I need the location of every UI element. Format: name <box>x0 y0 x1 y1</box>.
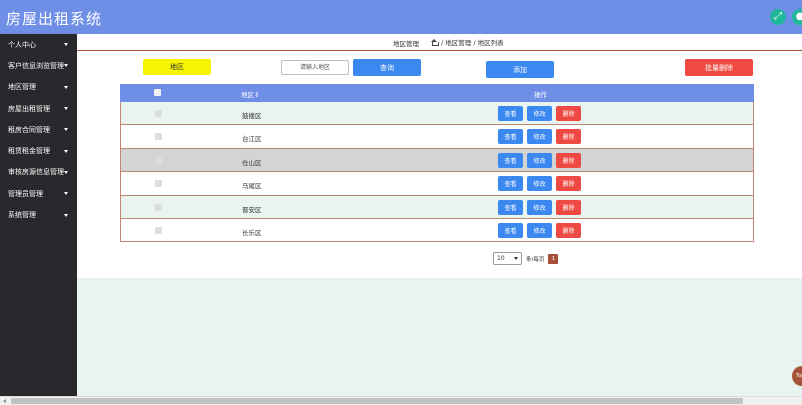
add-button[interactable]: 添加 <box>486 61 554 78</box>
view-button[interactable]: 查看 <box>498 106 523 121</box>
row-actions: 查看 修改 删除 <box>498 152 581 168</box>
delete-button[interactable]: 删除 <box>556 222 581 238</box>
region-name: 长乐区 <box>242 228 262 237</box>
sidebar-item-audit[interactable]: 审核房源信息管理 <box>0 162 77 183</box>
sidebar: 个人中心 客户信息浏览管理 地区管理 房屋出租管理 租房合同管理 租赁租金管理 … <box>0 34 77 396</box>
query-button[interactable]: 查询 <box>353 59 421 76</box>
home-icon[interactable] <box>431 38 439 46</box>
edit-button[interactable]: 修改 <box>527 199 552 215</box>
sidebar-item-personal-center[interactable]: 个人中心 <box>0 34 77 55</box>
row-actions: 查看 修改 删除 <box>498 199 581 215</box>
row-checkbox[interactable] <box>155 203 162 211</box>
select-all-checkbox[interactable] <box>154 89 161 96</box>
chevron-down-icon <box>64 149 68 153</box>
row-checkbox[interactable] <box>155 226 162 234</box>
view-button[interactable]: 查看 <box>498 152 523 168</box>
sidebar-item-rent[interactable]: 租赁租金管理 <box>0 140 77 161</box>
chevron-down-icon <box>64 107 68 111</box>
horizontal-scrollbar[interactable] <box>0 396 802 405</box>
chevron-down-icon <box>64 85 68 89</box>
view-button[interactable]: 查看 <box>498 176 523 192</box>
chevron-down-icon <box>64 128 68 132</box>
page-number-button[interactable]: 1 <box>548 253 559 264</box>
search-input[interactable] <box>281 60 349 75</box>
row-checkbox[interactable] <box>155 133 162 141</box>
view-button[interactable]: 查看 <box>498 222 523 238</box>
table-header: 地区⇕ 操作 <box>120 84 754 102</box>
delete-button[interactable]: 删除 <box>556 152 581 168</box>
edit-button[interactable]: 修改 <box>527 152 552 168</box>
row-actions: 查看 修改 删除 <box>498 106 581 121</box>
expand-icon[interactable]: ⤢ <box>770 9 786 25</box>
edit-button[interactable]: 修改 <box>527 176 552 192</box>
sort-icon: ⇕ <box>254 91 260 99</box>
region-label-button[interactable]: 地区 <box>143 59 211 75</box>
chevron-down-icon <box>64 43 68 47</box>
chevron-down-icon <box>64 64 68 68</box>
view-button[interactable]: 查看 <box>498 129 523 145</box>
back-to-top-button[interactable]: Top <box>792 366 802 386</box>
breadcrumb-path-text[interactable]: / 地区管理 / 地区列表 <box>441 37 504 47</box>
sidebar-item-customer-info[interactable]: 客户信息浏览管理 <box>0 55 77 76</box>
breadcrumb: 地区管理 / 地区管理 / 地区列表 <box>77 34 802 51</box>
sidebar-item-contract[interactable]: 租房合同管理 <box>0 119 77 140</box>
main-content: 地区管理 / 地区管理 / 地区列表 地区 查询 添加 批量删除 地区⇕ 操作 … <box>77 34 802 278</box>
sidebar-item-house-rental[interactable]: 房屋出租管理 <box>0 98 77 119</box>
table-row: 晋安区 查看 修改 删除 <box>120 195 754 219</box>
table-row: 仓山区 查看 修改 删除 <box>120 148 754 173</box>
table-row: 鼓楼区 查看 修改 删除 <box>120 102 754 126</box>
scrollbar-thumb[interactable] <box>11 398 743 404</box>
row-actions: 查看 修改 删除 <box>498 129 581 145</box>
sidebar-item-region[interactable]: 地区管理 <box>0 77 77 98</box>
app-title: 房屋出租系统 <box>6 10 103 28</box>
edit-button[interactable]: 修改 <box>527 129 552 145</box>
chevron-down-icon <box>64 170 68 174</box>
view-button[interactable]: 查看 <box>498 199 523 215</box>
edit-button[interactable]: 修改 <box>527 222 552 238</box>
table-row: 台江区 查看 修改 删除 <box>120 125 754 149</box>
region-name: 马尾区 <box>242 182 262 191</box>
delete-button[interactable]: 删除 <box>556 106 581 121</box>
region-name: 台江区 <box>242 135 262 144</box>
user-icon[interactable]: ● <box>792 9 802 25</box>
breadcrumb-path: / 地区管理 / 地区列表 <box>431 37 504 47</box>
top-bar: 房屋出租系统 ⤢ ● <box>0 0 802 34</box>
edit-button[interactable]: 修改 <box>527 106 552 121</box>
sidebar-item-system[interactable]: 系统管理 <box>0 204 77 225</box>
table-row: 长乐区 查看 修改 删除 <box>120 218 754 243</box>
row-checkbox[interactable] <box>155 180 162 188</box>
row-checkbox[interactable] <box>155 156 162 164</box>
row-checkbox[interactable] <box>155 110 162 117</box>
delete-button[interactable]: 删除 <box>556 199 581 215</box>
batch-delete-button[interactable]: 批量删除 <box>685 59 753 76</box>
row-actions: 查看 修改 删除 <box>498 176 581 192</box>
region-name: 鼓楼区 <box>242 112 262 120</box>
region-name: 仓山区 <box>242 158 262 167</box>
per-page-label: 条/每页 <box>526 256 545 263</box>
table-row: 马尾区 查看 修改 删除 <box>120 172 754 196</box>
breadcrumb-title: 地区管理 <box>393 40 419 48</box>
sidebar-item-admin[interactable]: 管理员管理 <box>0 183 77 204</box>
page-size-select[interactable]: 10 <box>493 252 522 265</box>
row-actions: 查看 修改 删除 <box>498 222 581 238</box>
pagination: 10 条/每页 1 <box>493 252 559 265</box>
delete-button[interactable]: 删除 <box>556 129 581 145</box>
region-name: 晋安区 <box>242 205 262 214</box>
scroll-left-icon[interactable] <box>3 399 6 403</box>
chevron-down-icon <box>64 213 68 217</box>
region-table: 地区⇕ 操作 鼓楼区 查看 修改 删除 台江区 查看 修改 删除 仓山区 查看 … <box>120 84 754 243</box>
chevron-down-icon <box>64 192 68 196</box>
column-header-actions: 操作 <box>534 91 547 99</box>
chevron-down-icon <box>514 257 518 260</box>
column-header-region[interactable]: 地区⇕ <box>241 89 259 99</box>
delete-button[interactable]: 删除 <box>556 176 581 192</box>
